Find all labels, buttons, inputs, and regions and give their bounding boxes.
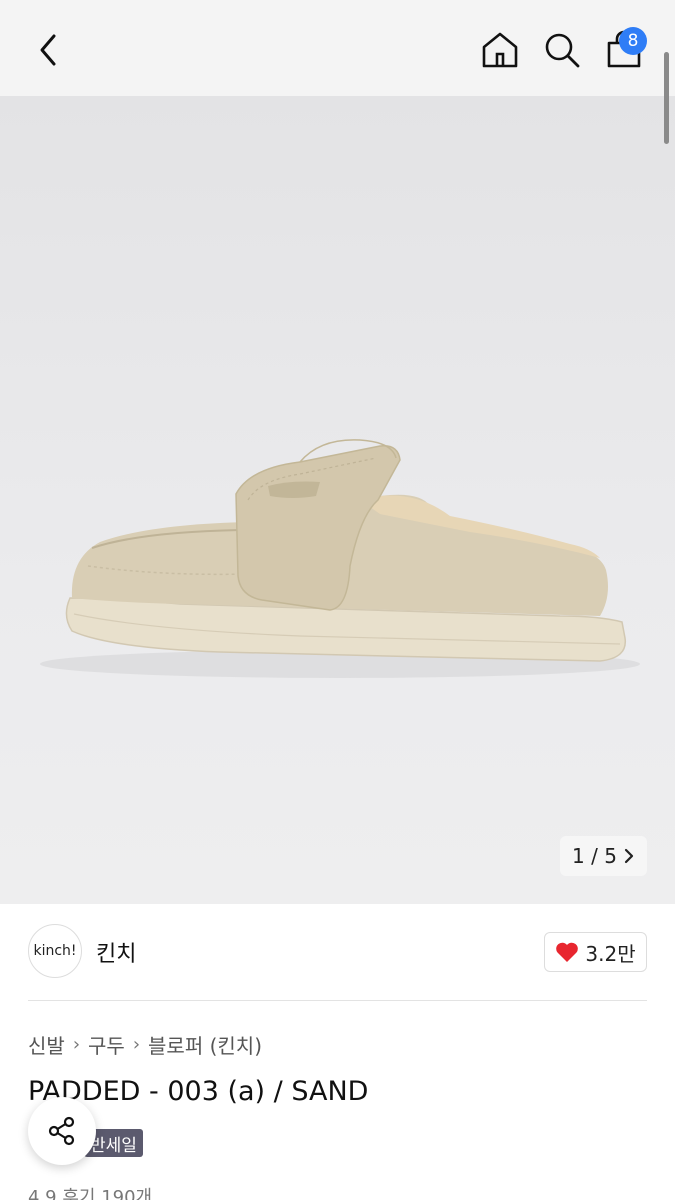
product-image-gallery[interactable] <box>0 96 675 904</box>
brand-logo[interactable]: kinch! <box>28 924 82 978</box>
like-count: 3.2만 <box>585 941 636 966</box>
top-nav-bar: 8 <box>0 0 675 96</box>
share-icon <box>48 1116 75 1146</box>
share-button[interactable] <box>28 1097 96 1165</box>
breadcrumb-item[interactable]: 구두 <box>88 1030 125 1059</box>
gallery-pager[interactable]: 1 / 5 <box>560 836 647 876</box>
heart-icon <box>556 942 579 962</box>
brand-row: kinch! 킨치 3.2만 <box>28 924 647 980</box>
breadcrumb-item[interactable]: 신발 <box>28 1030 65 1059</box>
pager-text: 1 / 5 <box>572 844 617 868</box>
back-button[interactable] <box>28 28 68 72</box>
scrollbar-thumb[interactable] <box>664 52 669 144</box>
search-button[interactable] <box>540 28 584 72</box>
rating-text: 4.9 후기 190개 <box>28 1187 153 1200</box>
divider <box>28 1000 647 1001</box>
breadcrumb-item[interactable]: 블로퍼 (킨치) <box>148 1030 262 1059</box>
chevron-right-icon: › <box>132 1034 141 1055</box>
brand-name[interactable]: 킨치 <box>96 936 136 968</box>
home-icon <box>482 32 518 68</box>
chevron-right-icon: › <box>72 1034 81 1055</box>
search-icon <box>545 33 580 68</box>
chevron-left-icon <box>40 34 56 66</box>
chevron-right-icon <box>624 848 634 864</box>
home-button[interactable] <box>478 28 522 72</box>
breadcrumb: 신발 › 구두 › 블로퍼 (킨치) <box>28 1030 262 1059</box>
like-button[interactable]: 3.2만 <box>544 932 647 972</box>
rating-row[interactable]: 4.9 후기 190개 <box>28 1183 152 1200</box>
cart-count-badge: 8 <box>619 27 647 55</box>
product-photo <box>40 439 640 678</box>
